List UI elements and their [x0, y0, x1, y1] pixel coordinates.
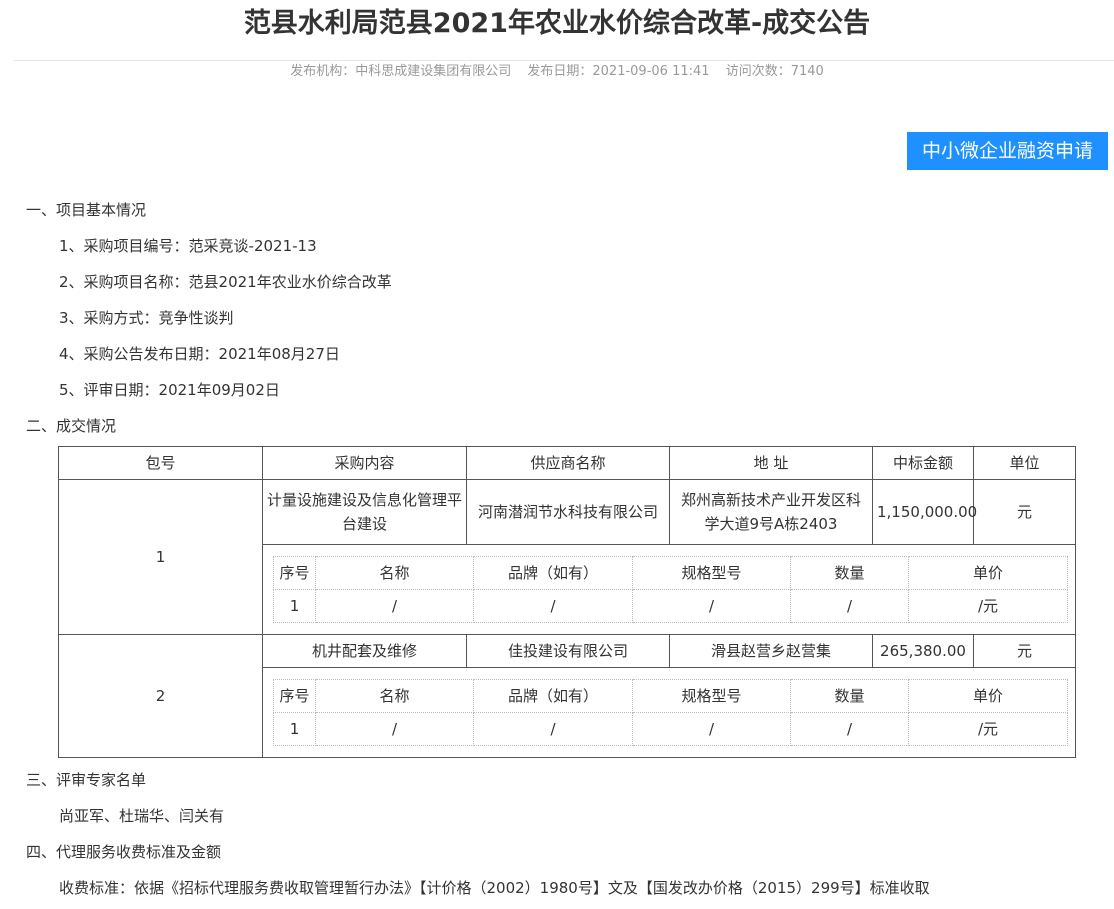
item-index: 1 — [273, 589, 316, 623]
finance-apply-button[interactable]: 中小微企业融资申请 — [907, 132, 1108, 170]
procurement-content: 计量设施建设及信息化管理平台建设 — [262, 479, 467, 545]
amount-unit: 元 — [973, 634, 1076, 668]
item-row: 1 / / / / /元 — [273, 712, 1068, 746]
item-header-price: 单价 — [908, 679, 1068, 713]
item-header-price: 单价 — [908, 556, 1068, 590]
header-content: 采购内容 — [262, 446, 467, 480]
meta-info: 发布机构：中科思成建设集团有限公司 发布日期：2021-09-06 11:41 … — [0, 62, 1114, 82]
section2-heading: 二、成交情况 — [26, 417, 117, 435]
publish-date-info: 发布日期：2021-09-06 11:41 — [527, 64, 709, 79]
item-header-index: 序号 — [273, 679, 316, 713]
section4-heading: 四、代理服务收费标准及金额 — [26, 843, 222, 861]
visit-count-label: 访问次数： — [725, 64, 791, 79]
publisher-label: 发布机构： — [290, 64, 356, 79]
item-header-quantity: 数量 — [790, 679, 909, 713]
visit-count-value: 7140 — [790, 64, 824, 79]
item-spec: / — [632, 712, 791, 746]
package-number: 2 — [58, 634, 263, 758]
award-amount: 1,150,000.00 — [872, 479, 977, 545]
item-quantity: / — [790, 712, 909, 746]
supplier-address: 滑县赵营乡赵营集 — [669, 634, 873, 668]
item-detail-table: 序号 名称 品牌（如有） 规格型号 数量 单价 1 / / / / /元 — [273, 556, 1068, 623]
header-amount: 中标金额 — [872, 446, 974, 480]
item-header-spec: 规格型号 — [632, 679, 791, 713]
item-spec: / — [632, 589, 791, 623]
award-amount: 265,380.00 — [872, 634, 974, 668]
header-address: 地 址 — [669, 446, 873, 480]
item-price: /元 — [908, 712, 1068, 746]
item-row: 1 / / / / /元 — [273, 589, 1068, 623]
award-table: 包号 采购内容 供应商名称 地 址 中标金额 单位 1 计量设施建设及信息化管理… — [58, 446, 1076, 758]
fee-standard: 收费标准：依据《招标代理服务费收取管理暂行办法》【计价格（2002）1980号】… — [59, 879, 930, 897]
item-detail-cell: 序号 名称 品牌（如有） 规格型号 数量 单价 1 / / / / /元 — [262, 667, 1076, 758]
item-header-spec: 规格型号 — [632, 556, 791, 590]
item-header-row: 序号 名称 品牌（如有） 规格型号 数量 单价 — [273, 679, 1068, 713]
item-header-name: 名称 — [315, 679, 474, 713]
header-supplier: 供应商名称 — [466, 446, 670, 480]
supplier-address: 郑州高新技术产业开发区科学大道9号A栋2403 — [669, 479, 873, 545]
item-quantity: / — [790, 589, 909, 623]
item-header-name: 名称 — [315, 556, 474, 590]
item-price: /元 — [908, 589, 1068, 623]
item-detail-table: 序号 名称 品牌（如有） 规格型号 数量 单价 1 / / / / /元 — [273, 679, 1068, 746]
amount-unit: 元 — [973, 479, 1076, 545]
section3-heading: 三、评审专家名单 — [26, 771, 147, 789]
item-brand: / — [473, 589, 633, 623]
publish-date-label: 发布日期： — [527, 64, 593, 79]
item-name: / — [315, 589, 474, 623]
item-header-row: 序号 名称 品牌（如有） 规格型号 数量 单价 — [273, 556, 1068, 590]
item-header-index: 序号 — [273, 556, 316, 590]
item-index: 1 — [273, 712, 316, 746]
table-header-row: 包号 采购内容 供应商名称 地 址 中标金额 单位 — [58, 446, 1076, 480]
table-row: 2 机井配套及维修 佳投建设有限公司 滑县赵营乡赵营集 265,380.00 元 — [58, 634, 1076, 758]
visit-count-info: 访问次数：7140 — [726, 64, 824, 79]
expert-list: 尚亚军、杜瑞华、闫关有 — [59, 807, 225, 825]
package-number: 1 — [58, 479, 263, 635]
review-date: 5、评审日期：2021年09月02日 — [59, 381, 280, 399]
page-title: 范县水利局范县2021年农业水价综合改革-成交公告 — [243, 8, 871, 39]
publisher-value: 中科思成建设集团有限公司 — [355, 64, 512, 79]
item-detail-cell: 序号 名称 品牌（如有） 规格型号 数量 单价 1 / / / / /元 — [262, 544, 1076, 635]
procurement-method: 3、采购方式：竞争性谈判 — [59, 309, 234, 327]
supplier-name: 佳投建设有限公司 — [466, 634, 670, 668]
header-package: 包号 — [58, 446, 263, 480]
announcement-date: 4、采购公告发布日期：2021年08月27日 — [59, 345, 340, 363]
item-name: / — [315, 712, 474, 746]
title-divider — [14, 60, 1114, 61]
publisher-info: 发布机构：中科思成建设集团有限公司 — [290, 64, 511, 79]
announcement-page: 范县水利局范县2021年农业水价综合改革-成交公告 发布机构：中科思成建设集团有… — [0, 0, 1114, 909]
item-header-quantity: 数量 — [790, 556, 909, 590]
item-header-brand: 品牌（如有） — [473, 679, 633, 713]
item-brand: / — [473, 712, 633, 746]
header-unit: 单位 — [973, 446, 1076, 480]
project-number: 1、采购项目编号：范采竞谈-2021-13 — [59, 237, 317, 255]
section1-heading: 一、项目基本情况 — [26, 201, 147, 219]
item-header-brand: 品牌（如有） — [473, 556, 633, 590]
table-row: 1 计量设施建设及信息化管理平台建设 河南潜润节水科技有限公司 郑州高新技术产业… — [58, 479, 1076, 635]
supplier-name: 河南潜润节水科技有限公司 — [466, 479, 670, 545]
procurement-content: 机井配套及维修 — [262, 634, 467, 668]
project-name: 2、采购项目名称：范县2021年农业水价综合改革 — [59, 273, 392, 291]
publish-date-value: 2021-09-06 11:41 — [592, 64, 710, 79]
